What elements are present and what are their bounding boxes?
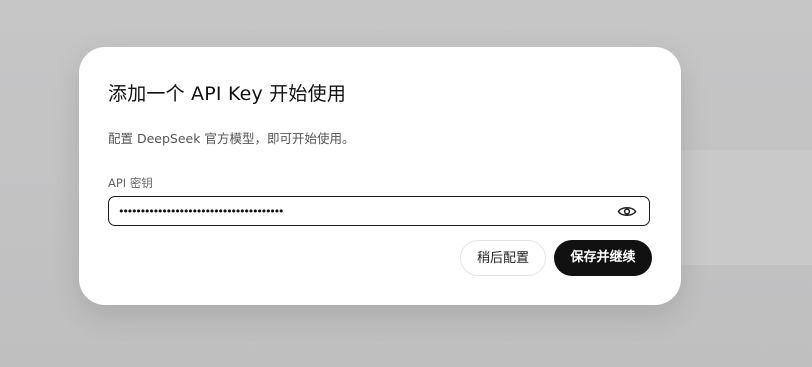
api-key-dialog: 添加一个 API Key 开始使用 配置 DeepSeek 官方模型，即可开始使…: [79, 47, 681, 305]
api-key-field[interactable]: [108, 196, 650, 226]
save-and-continue-button[interactable]: 保存并继续: [554, 240, 652, 276]
api-key-label: API 密钥: [108, 176, 153, 190]
configure-later-button[interactable]: 稍后配置: [460, 240, 546, 276]
dialog-description: 配置 DeepSeek 官方模型，即可开始使用。: [108, 131, 355, 146]
api-key-input[interactable]: [118, 200, 608, 222]
background-panel: [680, 150, 812, 265]
eye-icon[interactable]: [617, 204, 637, 219]
dialog-title: 添加一个 API Key 开始使用: [108, 83, 347, 105]
